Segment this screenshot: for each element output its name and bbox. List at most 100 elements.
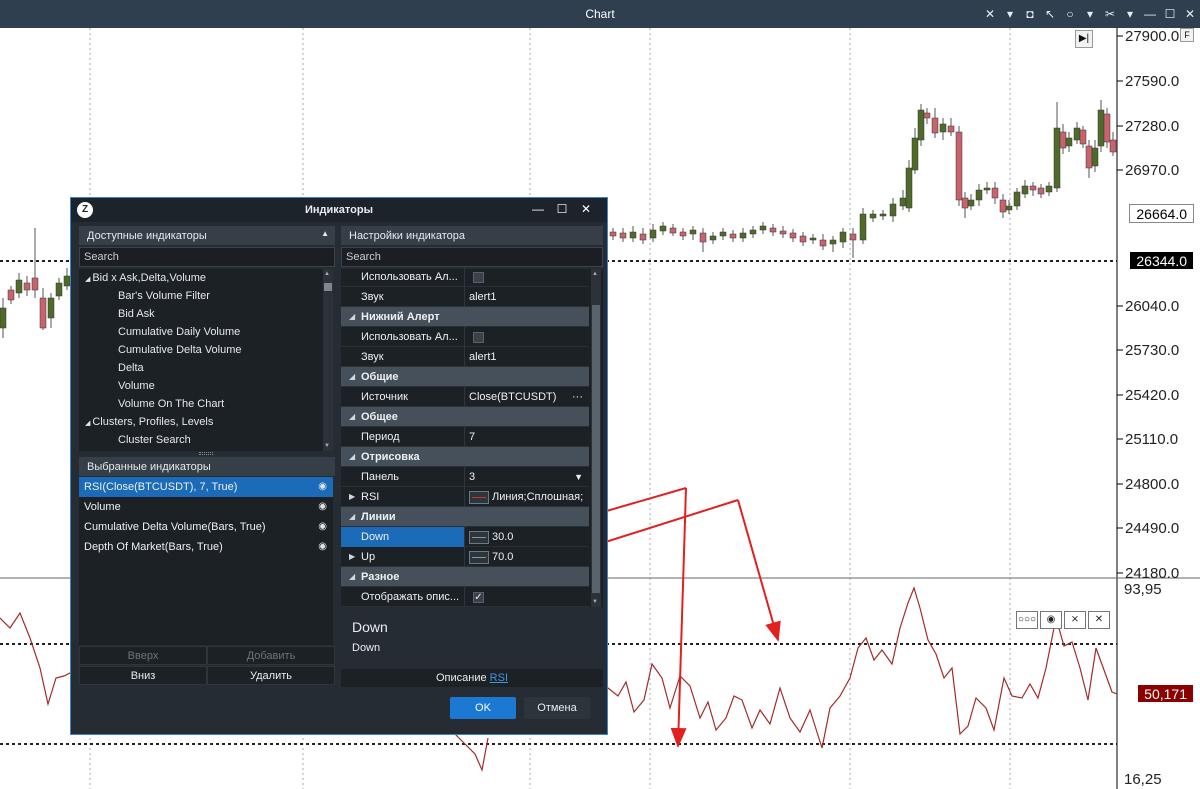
- props-scrollbar[interactable]: ▲ ▼: [591, 269, 601, 607]
- candle-body: [1085, 145, 1093, 169]
- property-row[interactable]: Использовать Ал...: [341, 327, 589, 347]
- candle-body: [1091, 147, 1099, 167]
- property-key: Up: [361, 551, 376, 563]
- collapse-icon[interactable]: ⨯: [1064, 611, 1086, 629]
- property-key: Источник: [361, 391, 408, 403]
- cursor-icon[interactable]: ↖: [1040, 4, 1060, 24]
- crosshair-icon[interactable]: ✕: [980, 4, 1000, 24]
- property-category[interactable]: ◢ Линии: [341, 507, 589, 527]
- tree-item[interactable]: Bar's Volume Filter: [79, 287, 333, 305]
- close-icon[interactable]: ✕: [577, 202, 595, 218]
- property-row[interactable]: Отображать опис... ✓: [341, 587, 589, 607]
- tree-item[interactable]: Delta: [79, 359, 333, 377]
- property-value[interactable]: 7: [464, 427, 589, 447]
- property-value[interactable]: alert1: [464, 347, 589, 367]
- property-row[interactable]: Звук alert1: [341, 287, 589, 307]
- property-value[interactable]: 30.0: [464, 527, 589, 547]
- property-category[interactable]: ◢ Нижний Алерт: [341, 307, 589, 327]
- selected-indicator-item[interactable]: Depth Of Market(Bars, True) ◉: [79, 537, 333, 557]
- delete-button[interactable]: Удалить: [207, 666, 335, 685]
- candle-body: [739, 232, 747, 239]
- settings-search-input[interactable]: Search: [341, 247, 603, 267]
- selected-indicator-item[interactable]: Volume ◉: [79, 497, 333, 517]
- candle-body: [809, 237, 817, 241]
- indicators-dialog[interactable]: Z Индикаторы — ☐ ✕ Доступные индикаторы …: [70, 197, 608, 735]
- tools-icon[interactable]: ✂: [1100, 4, 1120, 24]
- checkbox[interactable]: [473, 271, 484, 283]
- close-icon[interactable]: ✕: [1088, 611, 1110, 629]
- play-icon[interactable]: ▶|: [1075, 30, 1093, 48]
- tree-group[interactable]: ◢ Bid x Ask,Delta,Volume: [79, 269, 333, 287]
- property-row[interactable]: ▶ Up 70.0: [341, 547, 589, 567]
- property-value[interactable]: 70.0: [464, 547, 589, 567]
- selected-indicator-item[interactable]: RSI(Close(BTCUSDT), 7, True) ◉: [79, 477, 333, 497]
- maximize-icon[interactable]: ☐: [1160, 4, 1180, 24]
- property-category[interactable]: ◢ Общее: [341, 407, 589, 427]
- dropdown-icon[interactable]: ▾: [1000, 4, 1020, 24]
- selected-indicator-item[interactable]: Cumulative Delta Volume(Bars, True) ◉: [79, 517, 333, 537]
- property-row[interactable]: Панель 3 ▼: [341, 467, 589, 487]
- rsi-top-label: 93,95: [1124, 581, 1162, 598]
- property-row[interactable]: ▶Down30.0: [341, 527, 589, 547]
- property-row[interactable]: Источник Close(BTCUSDT) ···: [341, 387, 589, 407]
- available-indicators-tree[interactable]: ◢ Bid x Ask,Delta,Volume Bar's Volume Fil…: [79, 269, 333, 451]
- move-up-button[interactable]: Вверх: [79, 646, 207, 665]
- tree-item[interactable]: Cumulative Delta Volume: [79, 341, 333, 359]
- tree-item[interactable]: Bid Ask: [79, 305, 333, 323]
- eye-icon[interactable]: ◉: [1040, 611, 1062, 629]
- property-value[interactable]: 3 ▼: [464, 467, 589, 487]
- splitter-handle[interactable]: [199, 452, 213, 455]
- tree-scrollbar[interactable]: ▲ ▼: [323, 269, 333, 451]
- scale-toggle[interactable]: F: [1180, 28, 1194, 42]
- selected-indicators-list[interactable]: RSI(Close(BTCUSDT), 7, True) ◉ Volume ◉ Cumu…: [79, 477, 333, 645]
- property-value[interactable]: [464, 327, 589, 347]
- property-value-text: 30.0: [492, 531, 514, 543]
- property-row[interactable]: Использовать Ал...: [341, 267, 589, 287]
- close-icon[interactable]: ✕: [1180, 4, 1200, 24]
- eye-icon[interactable]: ◉: [318, 497, 327, 517]
- tree-item[interactable]: Volume On The Chart: [79, 395, 333, 413]
- property-row[interactable]: Звук alert1: [341, 347, 589, 367]
- property-value[interactable]: [464, 267, 589, 287]
- dropdown-arrow-icon[interactable]: ▼: [574, 467, 583, 487]
- property-key: Общее: [361, 411, 398, 423]
- dropdown-icon[interactable]: ▾: [1120, 4, 1140, 24]
- add-button[interactable]: Добавить: [207, 646, 335, 665]
- property-key: Линии: [361, 511, 396, 523]
- checkbox-checked[interactable]: ✓: [473, 591, 484, 603]
- candle-body: [1097, 109, 1105, 147]
- settings-property-grid[interactable]: Использовать Ал... Звук alert1 ◢ Нижний Алер…: [341, 267, 603, 607]
- minimize-icon[interactable]: —: [529, 202, 547, 218]
- property-category[interactable]: ◢ Разное: [341, 567, 589, 587]
- checkbox[interactable]: [473, 331, 484, 343]
- candle-body: [39, 297, 47, 329]
- circle-icon[interactable]: ○: [1060, 4, 1080, 24]
- dropdown-icon[interactable]: ▾: [1080, 4, 1100, 24]
- property-value[interactable]: alert1: [464, 287, 589, 307]
- rsi-description-link[interactable]: RSI: [490, 672, 508, 684]
- property-value[interactable]: ✓: [464, 587, 589, 607]
- maximize-icon[interactable]: ☐: [553, 202, 571, 218]
- rsi-settings-icon[interactable]: ○○○: [1016, 611, 1038, 629]
- collapse-up-icon[interactable]: ▲: [321, 229, 329, 238]
- available-search-input[interactable]: Search: [79, 247, 335, 267]
- eye-icon[interactable]: ◉: [318, 517, 327, 537]
- tree-item[interactable]: Cumulative Daily Volume: [79, 323, 333, 341]
- camera-icon[interactable]: ◘: [1020, 4, 1040, 24]
- tree-item[interactable]: Volume: [79, 377, 333, 395]
- property-category[interactable]: ◢ Общие: [341, 367, 589, 387]
- property-category[interactable]: ◢ Отрисовка: [341, 447, 589, 467]
- eye-icon[interactable]: ◉: [318, 477, 327, 497]
- eye-icon[interactable]: ◉: [318, 537, 327, 557]
- property-row[interactable]: ▶ RSI Линия;Сплошная;: [341, 487, 589, 507]
- ok-button[interactable]: OK: [450, 697, 516, 719]
- tree-group[interactable]: ◢ Clusters, Profiles, Levels: [79, 413, 333, 431]
- ellipsis-button[interactable]: ···: [572, 387, 583, 407]
- property-value[interactable]: Линия;Сплошная;: [464, 487, 589, 507]
- tree-item[interactable]: Cluster Search: [79, 431, 333, 449]
- cancel-button[interactable]: Отмена: [524, 697, 590, 719]
- move-down-button[interactable]: Вниз: [79, 666, 207, 685]
- property-row[interactable]: Период 7: [341, 427, 589, 447]
- minimize-icon[interactable]: —: [1140, 4, 1160, 24]
- property-value[interactable]: Close(BTCUSDT) ···: [464, 387, 589, 407]
